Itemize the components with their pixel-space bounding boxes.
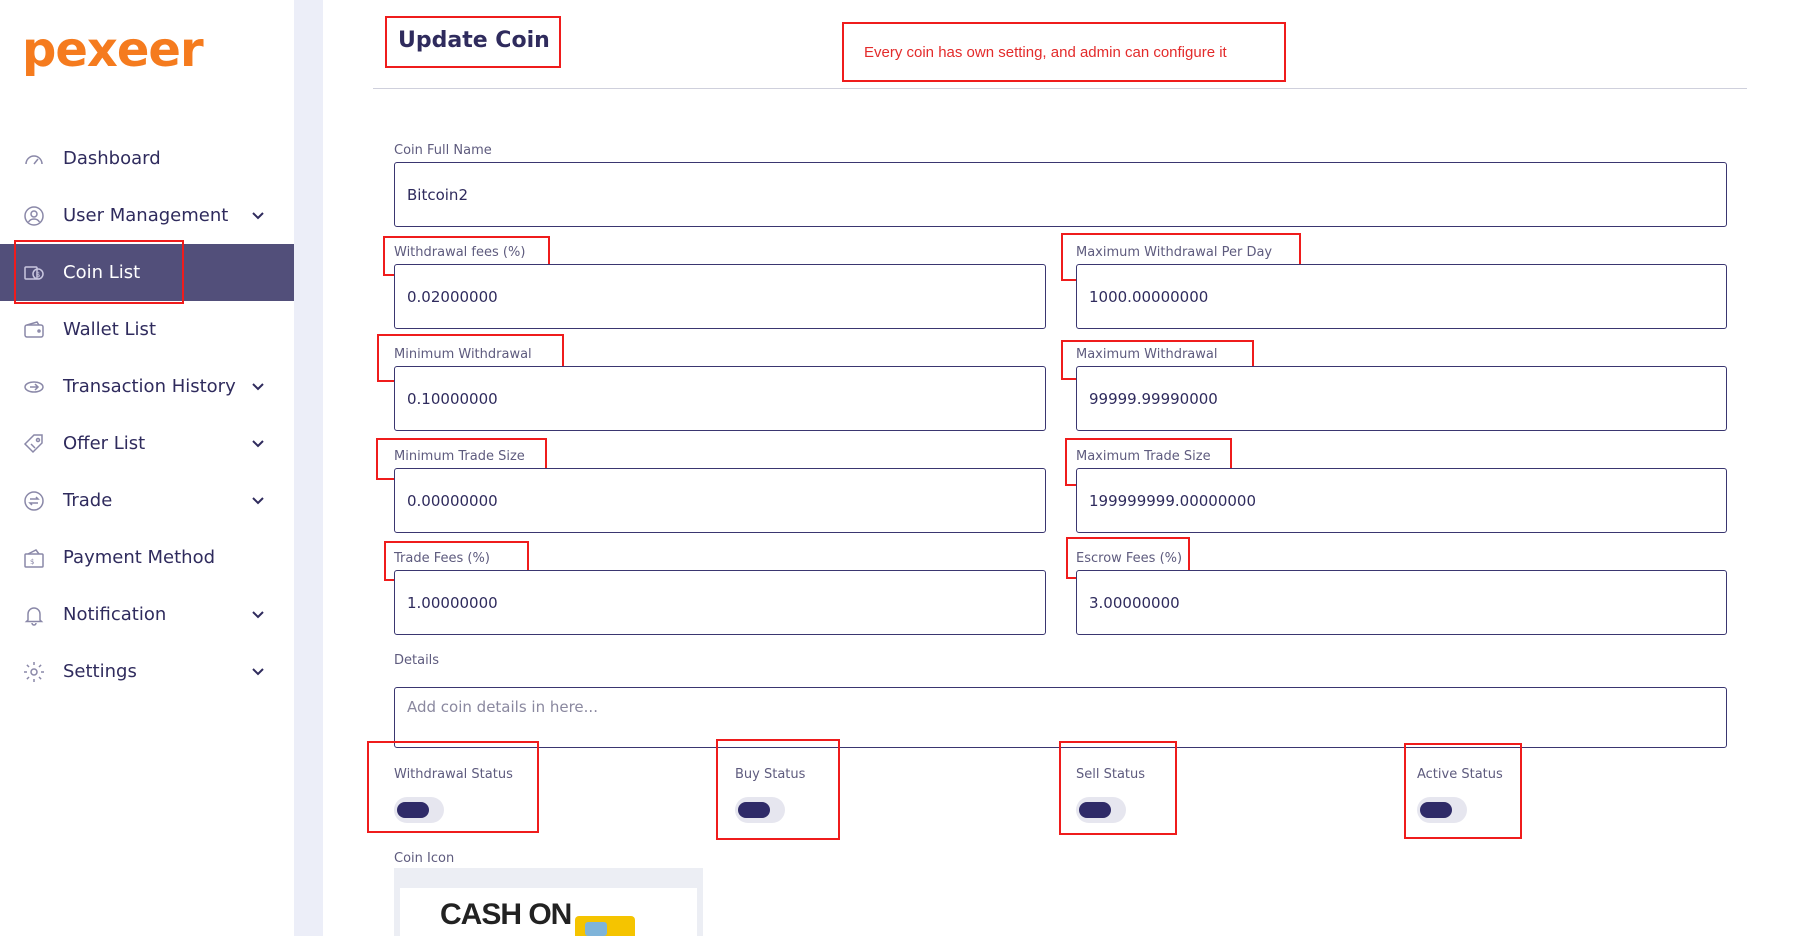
logo-text: pexeer: [22, 22, 204, 78]
max-trade-size-label: Maximum Trade Size: [1076, 449, 1211, 464]
sidebar-item-user-management[interactable]: User Management: [0, 187, 294, 244]
highlight-box: [1404, 743, 1522, 839]
min-trade-size-label: Minimum Trade Size: [394, 449, 525, 464]
highlight-box: [367, 741, 539, 833]
sidebar-item-notification[interactable]: Notification: [0, 586, 294, 643]
toggle-knob: [738, 802, 770, 818]
coin-icon-label: Coin Icon: [394, 851, 455, 866]
coin-icon-image: CASH ON: [400, 888, 697, 936]
sell-status-label: Sell Status: [1076, 767, 1146, 782]
coin-full-name-input[interactable]: Bitcoin2: [394, 162, 1727, 227]
trade-fees-label: Trade Fees (%): [394, 551, 490, 566]
active-status-label: Active Status: [1417, 767, 1503, 782]
chevron-down-icon: [252, 212, 264, 220]
sidebar-item-settings[interactable]: Settings: [0, 643, 294, 700]
min-withdrawal-input[interactable]: 0.10000000: [394, 366, 1046, 431]
coin-icon-image-text: CASH ON: [440, 898, 572, 931]
chevron-down-icon: [252, 440, 264, 448]
logo[interactable]: pexeer: [22, 18, 204, 82]
user-circle-icon: [24, 206, 44, 226]
sidebar-item-label: Notification: [63, 604, 167, 625]
max-trade-size-input[interactable]: 199999999.00000000: [1076, 468, 1727, 533]
escrow-fees-label: Escrow Fees (%): [1076, 551, 1183, 566]
withdrawal-status-label: Withdrawal Status: [394, 767, 513, 782]
tag-icon: [23, 434, 43, 454]
active-status-toggle[interactable]: [1417, 797, 1467, 823]
chevron-down-icon: [252, 611, 264, 619]
max-withdrawal-label: Maximum Withdrawal: [1076, 347, 1218, 362]
sidebar-item-label: Settings: [63, 661, 137, 682]
max-withdrawal-per-day-label: Maximum Withdrawal Per Day: [1076, 245, 1273, 260]
coin-icon-upload[interactable]: CASH ON: [394, 868, 703, 936]
sidebar-item-wallet-list[interactable]: Wallet List: [0, 301, 294, 358]
page-title: Update Coin: [398, 28, 550, 53]
toggle-knob: [1079, 802, 1111, 818]
toggle-knob: [1420, 802, 1452, 818]
main-content: Update Coin Every coin has own setting, …: [323, 0, 1818, 936]
sell-status-toggle[interactable]: [1076, 797, 1126, 823]
highlight-box: [716, 739, 840, 840]
toggle-knob: [397, 802, 429, 818]
withdrawal-fees-label: Withdrawal fees (%): [394, 245, 526, 260]
chevron-down-icon: [252, 668, 264, 676]
sidebar-item-label: Coin List: [63, 262, 141, 283]
withdrawal-status-toggle[interactable]: [394, 797, 444, 823]
sidebar-item-label: Transaction History: [63, 376, 236, 397]
truck-window: [585, 922, 607, 936]
payment-wallet-icon: $: [24, 549, 44, 568]
chevron-down-icon: [252, 383, 264, 391]
sidebar-item-label: Offer List: [63, 433, 146, 454]
bell-icon: [24, 607, 44, 626]
sidebar-item-label: Wallet List: [63, 319, 156, 340]
wallet-icon: [24, 321, 44, 338]
sidebar-item-label: Dashboard: [63, 148, 161, 169]
sidebar: pexeer Dashboard User Management $ Coin …: [0, 0, 294, 936]
svg-text:$: $: [30, 558, 34, 566]
sidebar-item-payment-method[interactable]: $ Payment Method: [0, 529, 294, 586]
sidebar-item-dashboard[interactable]: Dashboard: [0, 130, 294, 187]
divider: [373, 88, 1747, 89]
transaction-icon: [24, 381, 44, 393]
escrow-fees-input[interactable]: 3.00000000: [1076, 570, 1727, 635]
buy-status-label: Buy Status: [735, 767, 806, 782]
exchange-icon: [24, 491, 44, 511]
sidebar-item-label: Payment Method: [63, 547, 216, 568]
withdrawal-fees-input[interactable]: 0.02000000: [394, 264, 1046, 329]
chevron-down-icon: [252, 497, 264, 505]
sidebar-item-label: Trade: [63, 490, 113, 511]
sidebar-item-offer-list[interactable]: Offer List: [0, 415, 294, 472]
sidebar-item-label: User Management: [63, 205, 229, 226]
coin-full-name-label: Coin Full Name: [394, 143, 492, 158]
sidebar-item-trade[interactable]: Trade: [0, 472, 294, 529]
max-withdrawal-per-day-input[interactable]: 1000.00000000: [1076, 264, 1727, 329]
buy-status-toggle[interactable]: [735, 797, 785, 823]
trade-fees-input[interactable]: 1.00000000: [394, 570, 1046, 635]
gear-icon: [24, 662, 44, 682]
max-withdrawal-input[interactable]: 99999.99990000: [1076, 366, 1727, 431]
details-label: Details: [394, 653, 440, 668]
min-withdrawal-label: Minimum Withdrawal: [394, 347, 532, 362]
truck-graphic: [575, 916, 635, 936]
annotation-note: Every coin has own setting, and admin ca…: [864, 44, 1227, 61]
details-textarea[interactable]: Add coin details in here...: [394, 687, 1727, 748]
sidebar-item-transaction-history[interactable]: Transaction History: [0, 358, 294, 415]
coin-list-icon: $: [24, 266, 44, 280]
speedometer-icon: [25, 155, 43, 165]
sidebar-nav: Dashboard User Management $ Coin List Wa…: [0, 130, 294, 700]
svg-text:$: $: [36, 271, 40, 279]
sidebar-item-coin-list[interactable]: $ Coin List: [0, 244, 294, 301]
min-trade-size-input[interactable]: 0.00000000: [394, 468, 1046, 533]
